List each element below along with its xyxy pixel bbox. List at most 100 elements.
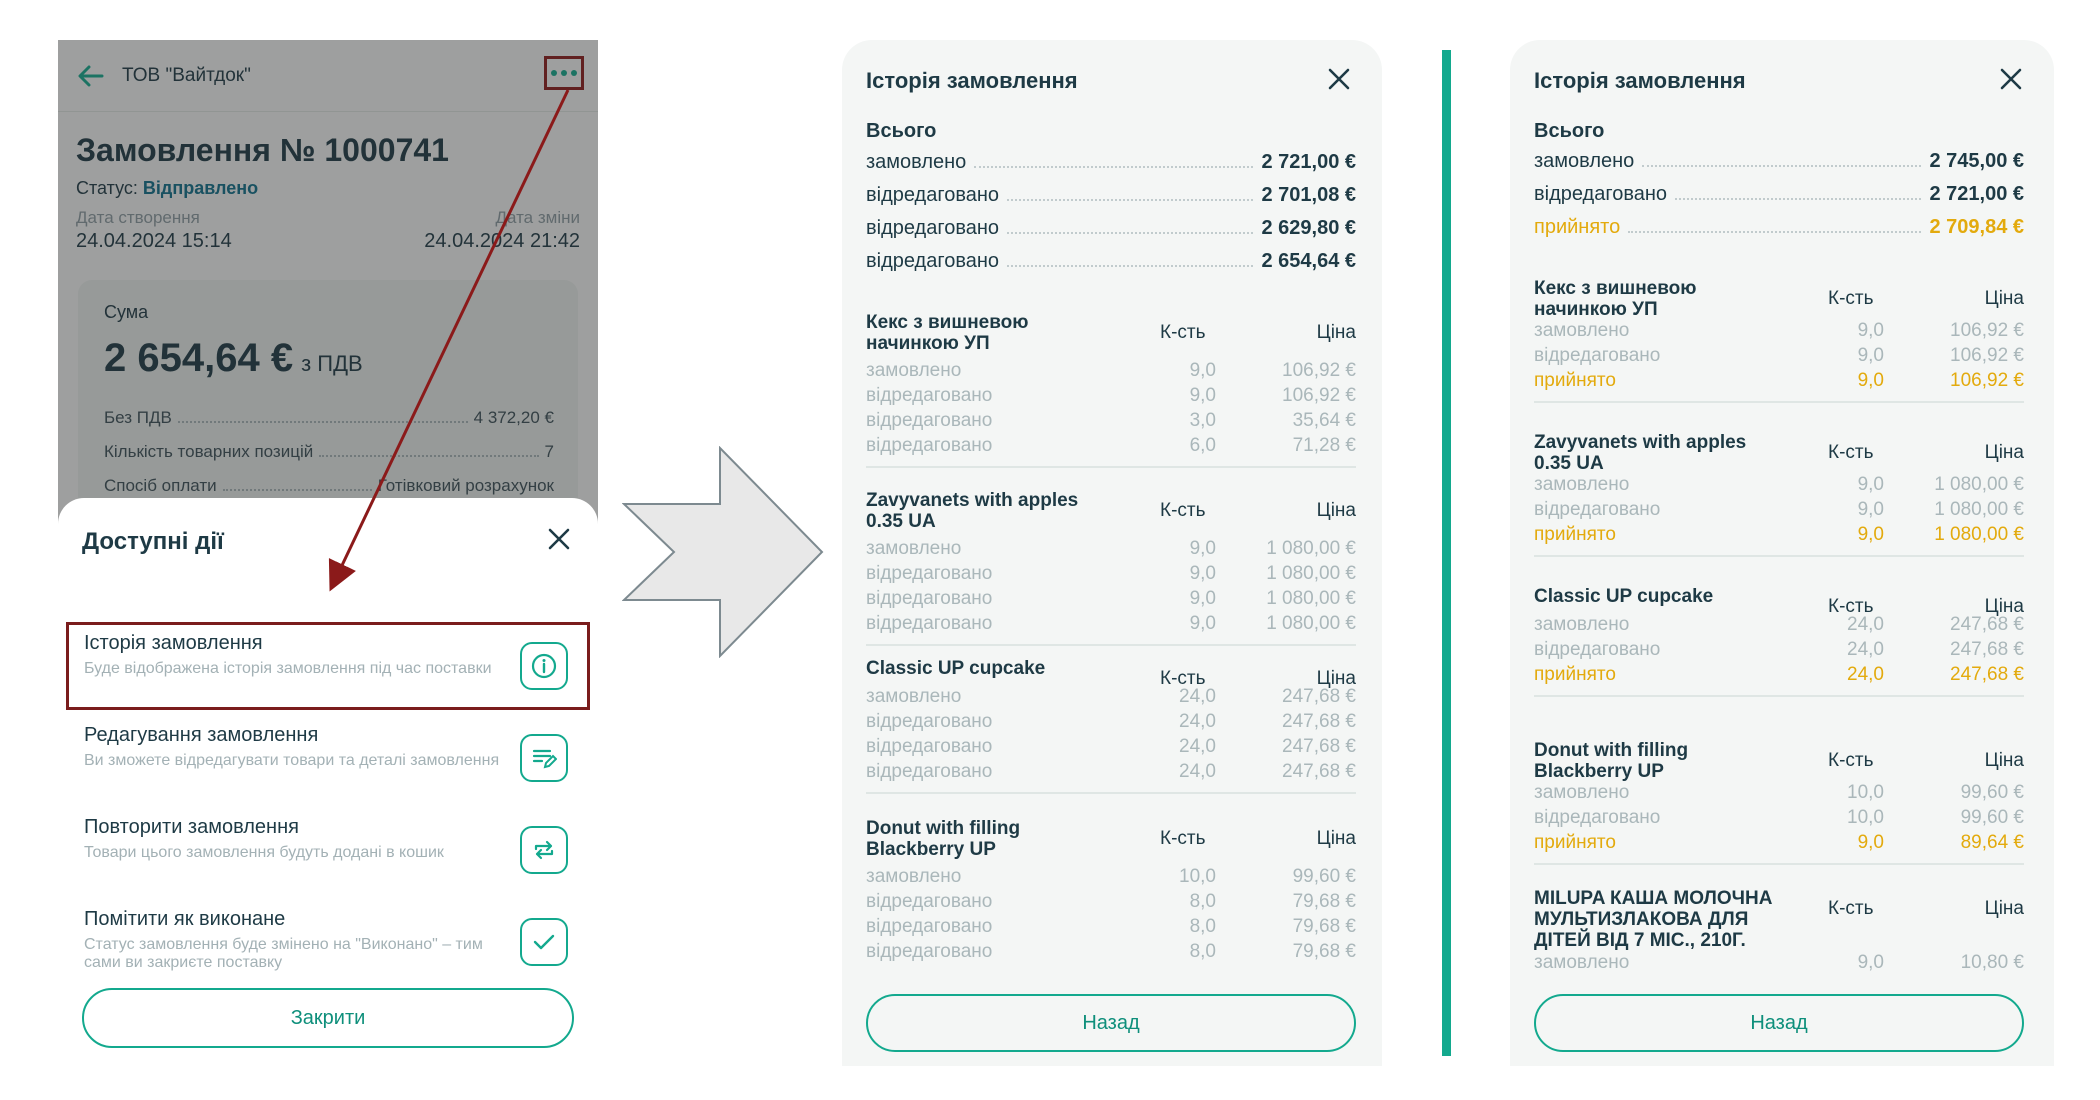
close-icon[interactable] xyxy=(2000,68,2034,102)
row-status: прийнято xyxy=(1534,664,1616,685)
total-row-value: 2 709,84 € xyxy=(1929,216,2024,238)
row-price: 106,92 € xyxy=(1282,360,1356,381)
item-divider xyxy=(866,792,1356,794)
row-status: відредаговано xyxy=(1534,639,1661,660)
history-title: Історія замовлення xyxy=(866,68,1078,93)
total-row: відредаговано 2 654,64 € xyxy=(866,250,1356,273)
history-row: замовлено 10,0 99,60 € xyxy=(866,866,1356,891)
row-qty: 24,0 xyxy=(1179,736,1216,757)
history-row: відредаговано 24,0 247,68 € xyxy=(1534,639,2024,664)
history-row: замовлено 24,0 247,68 € xyxy=(866,686,1356,711)
qty-header: К-сть xyxy=(1828,898,1874,919)
price-header: Ціна xyxy=(1316,322,1356,343)
row-qty: 9,0 xyxy=(1189,613,1216,634)
row-qty: 24,0 xyxy=(1179,711,1216,732)
row-status: відредаговано xyxy=(866,891,993,912)
history-row: замовлено 9,0 106,92 € xyxy=(1534,320,2024,345)
history-row: замовлено 24,0 247,68 € xyxy=(1534,614,2024,639)
row-price: 71,28 € xyxy=(1292,435,1356,456)
row-status: відредаговано xyxy=(866,916,993,937)
history-row: відредаговано 9,0 1 080,00 € xyxy=(1534,499,2024,524)
row-status: замовлено xyxy=(1534,320,1630,341)
qty-header: К-сть xyxy=(1160,828,1206,849)
row-price: 247,68 € xyxy=(1950,639,2024,660)
item-name: Кекс з вишневою начинкою УП xyxy=(1534,278,1697,320)
history-row: відредаговано 8,0 79,68 € xyxy=(866,941,1356,966)
row-qty: 9,0 xyxy=(1857,524,1884,545)
row-price: 1 080,00 € xyxy=(1934,524,2024,545)
total-row-label: відредаговано xyxy=(866,184,1000,206)
row-price: 247,68 € xyxy=(1282,761,1356,782)
history-row: прийнято 9,0 1 080,00 € xyxy=(1534,524,2024,549)
total-label: Всього xyxy=(866,120,937,142)
total-row-value: 2 745,00 € xyxy=(1929,150,2024,172)
row-price: 79,68 € xyxy=(1292,941,1356,962)
item-divider xyxy=(1534,863,2024,865)
history-row: відредаговано 9,0 1 080,00 € xyxy=(866,613,1356,638)
total-row: відредаговано 2 701,08 € xyxy=(866,184,1356,207)
row-qty: 8,0 xyxy=(1189,916,1216,937)
row-status: замовлено xyxy=(866,866,962,887)
history-row: відредаговано 3,0 35,64 € xyxy=(866,410,1356,435)
qty-header: К-сть xyxy=(1828,750,1874,771)
row-price: 247,68 € xyxy=(1282,686,1356,707)
qty-header: К-сть xyxy=(1160,322,1206,343)
row-price: 1 080,00 € xyxy=(1266,588,1356,609)
item-divider xyxy=(1534,555,2024,557)
row-status: відредаговано xyxy=(866,761,993,782)
row-status: замовлено xyxy=(1534,614,1630,635)
qty-header: К-сть xyxy=(1828,288,1874,309)
back-button[interactable]: Назад xyxy=(1534,994,2024,1052)
row-status: відредаговано xyxy=(1534,807,1661,828)
history-row: замовлено 9,0 10,80 € xyxy=(1534,952,2024,977)
history-row: відредаговано 24,0 247,68 € xyxy=(866,736,1356,761)
total-row-value: 2 654,64 € xyxy=(1261,250,1356,272)
price-header: Ціна xyxy=(1316,500,1356,521)
back-button[interactable]: Назад xyxy=(866,994,1356,1052)
item-divider xyxy=(866,466,1356,468)
history-row: прийнято 24,0 247,68 € xyxy=(1534,664,2024,689)
row-status: прийнято xyxy=(1534,832,1616,853)
row-qty: 9,0 xyxy=(1189,360,1216,381)
close-icon[interactable] xyxy=(1328,68,1362,102)
row-status: замовлено xyxy=(866,360,962,381)
total-row-value: 2 721,00 € xyxy=(1929,183,2024,205)
row-qty: 10,0 xyxy=(1179,866,1216,887)
row-qty: 9,0 xyxy=(1857,320,1884,341)
history-row: відредаговано 24,0 247,68 € xyxy=(866,711,1356,736)
row-price: 35,64 € xyxy=(1292,410,1356,431)
row-price: 247,68 € xyxy=(1282,711,1356,732)
total-row-label: відредаговано xyxy=(1534,183,1668,205)
row-status: відредаговано xyxy=(866,410,993,431)
row-qty: 10,0 xyxy=(1847,807,1884,828)
history-row: відредаговано 9,0 106,92 € xyxy=(1534,345,2024,370)
item-divider xyxy=(1534,695,2024,697)
row-price: 10,80 € xyxy=(1960,952,2024,973)
row-status: відредаговано xyxy=(866,435,993,456)
total-row-label: замовлено xyxy=(1534,150,1635,172)
item-name: Classic UP cupcake xyxy=(1534,586,1714,607)
row-price: 106,92 € xyxy=(1282,385,1356,406)
price-header: Ціна xyxy=(1984,898,2024,919)
row-qty: 9,0 xyxy=(1189,385,1216,406)
history-row: замовлено 10,0 99,60 € xyxy=(1534,782,2024,807)
history-row: відредаговано 9,0 1 080,00 € xyxy=(866,588,1356,613)
row-status: замовлено xyxy=(866,686,962,707)
row-status: відредаговано xyxy=(1534,345,1661,366)
row-status: відредаговано xyxy=(866,385,993,406)
item-divider xyxy=(866,644,1356,646)
total-row: відредаговано 2 629,80 € xyxy=(866,217,1356,240)
row-qty: 9,0 xyxy=(1857,474,1884,495)
row-status: замовлено xyxy=(1534,952,1630,973)
history-row: відредаговано 24,0 247,68 € xyxy=(866,761,1356,786)
price-header: Ціна xyxy=(1316,828,1356,849)
row-status: замовлено xyxy=(1534,782,1630,803)
row-qty: 10,0 xyxy=(1847,782,1884,803)
total-row-label: замовлено xyxy=(866,151,967,173)
row-price: 1 080,00 € xyxy=(1266,613,1356,634)
total-row-label: відредаговано xyxy=(866,250,1000,272)
row-status: замовлено xyxy=(1534,474,1630,495)
history-row: відредаговано 9,0 106,92 € xyxy=(866,385,1356,410)
price-header: Ціна xyxy=(1984,288,2024,309)
total-row-value: 2 721,00 € xyxy=(1261,151,1356,173)
